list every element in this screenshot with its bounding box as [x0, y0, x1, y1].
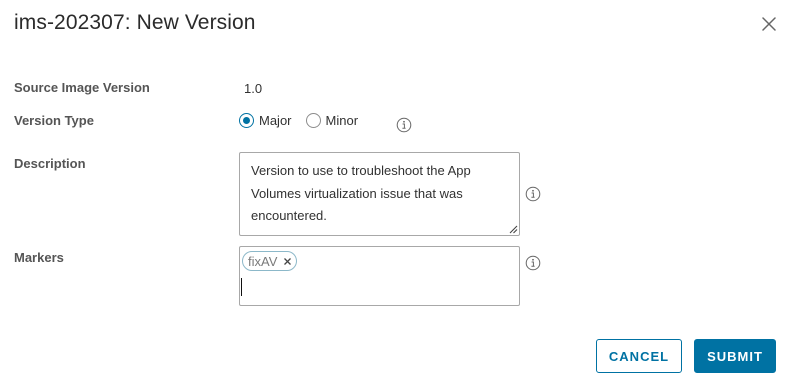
version-type-radio-group: Major Minor — [239, 111, 372, 129]
markers-label: Markers — [14, 250, 64, 265]
description-text: Version to use to troubleshoot the App V… — [251, 163, 471, 223]
description-label: Description — [14, 156, 86, 171]
version-type-label: Version Type — [14, 113, 94, 128]
markers-input[interactable]: fixAV — [239, 246, 520, 306]
radio-major-circle[interactable] — [239, 112, 254, 128]
source-image-version-label: Source Image Version — [14, 80, 150, 95]
radio-major-label: Major — [259, 112, 292, 128]
marker-chip-label: fixAV — [248, 253, 278, 269]
radio-minor[interactable]: Minor — [305, 112, 359, 128]
close-button[interactable] — [759, 14, 779, 34]
resize-handle-icon[interactable] — [508, 224, 518, 234]
marker-chip: fixAV — [242, 251, 298, 271]
close-small-icon — [284, 257, 292, 265]
cancel-button[interactable]: CANCEL — [596, 339, 682, 373]
markers-info-icon[interactable] — [525, 255, 541, 271]
dialog-title: ims-202307: New Version — [14, 11, 256, 34]
description-textarea[interactable]: Version to use to troubleshoot the App V… — [239, 152, 520, 236]
version-type-info-icon[interactable] — [396, 117, 412, 133]
submit-button[interactable]: SUBMIT — [694, 339, 776, 373]
chip-remove-button[interactable] — [283, 257, 292, 266]
new-version-dialog: ims-202307: New Version Source Image Ver… — [0, 0, 792, 390]
radio-minor-circle[interactable] — [305, 112, 321, 128]
radio-minor-label: Minor — [325, 112, 359, 128]
source-image-version-value: 1.0 — [244, 81, 263, 96]
radio-major[interactable]: Major — [239, 112, 292, 128]
description-info-icon[interactable] — [525, 186, 541, 202]
close-icon — [762, 17, 776, 31]
text-caret — [241, 278, 242, 296]
